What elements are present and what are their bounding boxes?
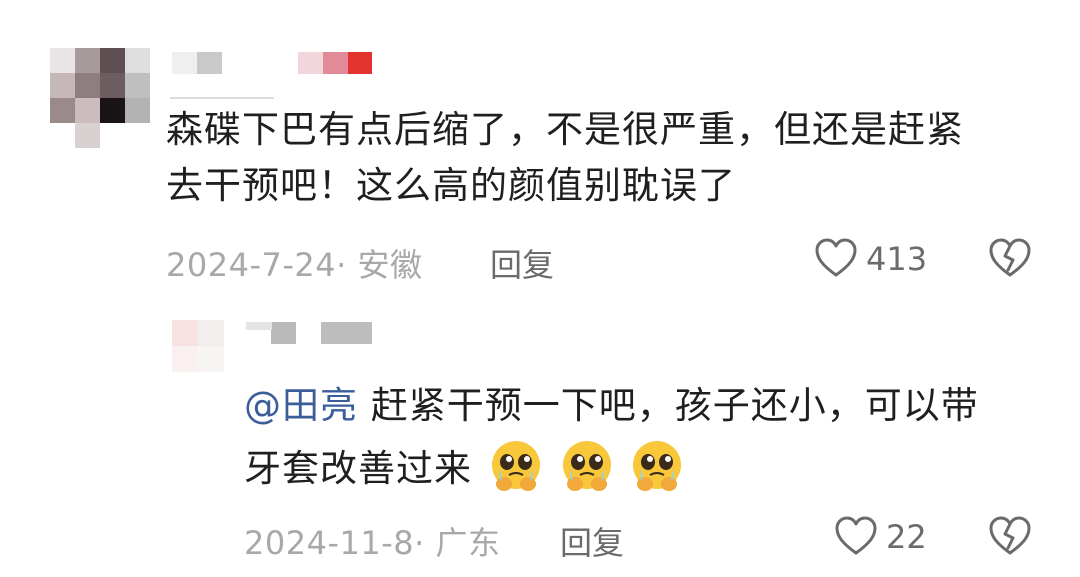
reply-body: @田亮 赶紧干预一下吧，孩子还小，可以带 牙套改善过来 xyxy=(244,378,979,497)
dislike-button[interactable] xyxy=(988,238,1032,278)
reply-like-button[interactable] xyxy=(834,516,878,556)
pleading-face-emoji xyxy=(633,441,682,491)
user-badge xyxy=(298,52,372,74)
comment-text-line-2: 去干预吧！这么高的颜值别耽误了 xyxy=(166,164,736,207)
broken-heart-icon xyxy=(989,238,1031,277)
reply-text-part-1: 赶紧干预一下吧，孩子还小，可以带 xyxy=(358,384,979,427)
username[interactable] xyxy=(172,52,222,74)
reply-username-mark xyxy=(246,322,272,330)
pleading-face-emoji xyxy=(491,441,540,491)
reply-like-count: 22 xyxy=(886,518,927,556)
comment-body: 森碟下巴有点后缩了，不是很严重，但还是赶紧 去干预吧！这么高的颜值别耽误了 xyxy=(166,102,964,214)
broken-heart-icon xyxy=(989,516,1031,555)
reply-dislike-button[interactable] xyxy=(988,516,1032,556)
comment-text-line-1: 森碟下巴有点后缩了，不是很严重，但还是赶紧 xyxy=(166,108,964,151)
reply-button[interactable]: 回复 xyxy=(490,240,554,286)
reply-avatar[interactable] xyxy=(172,320,224,372)
heart-icon xyxy=(835,516,877,555)
reply-text-line-1: @田亮 赶紧干预一下吧，孩子还小，可以带 xyxy=(244,378,979,434)
reply-text-line-2: 牙套改善过来 xyxy=(244,439,979,497)
like-button[interactable] xyxy=(814,238,858,278)
mention-link[interactable]: @田亮 xyxy=(244,384,358,427)
reply-text-part-2: 牙套改善过来 xyxy=(244,447,472,490)
heart-icon xyxy=(815,238,857,277)
avatar[interactable] xyxy=(50,48,150,148)
reply-date-location: 2024-11-8· 广东 xyxy=(244,524,501,562)
pleading-face-emoji xyxy=(562,441,611,491)
reply-reply-button[interactable]: 回复 xyxy=(560,518,624,564)
username-underline xyxy=(170,97,274,99)
comment-date-location: 2024-7-24· 安徽 xyxy=(166,246,423,284)
like-count: 413 xyxy=(866,240,928,278)
